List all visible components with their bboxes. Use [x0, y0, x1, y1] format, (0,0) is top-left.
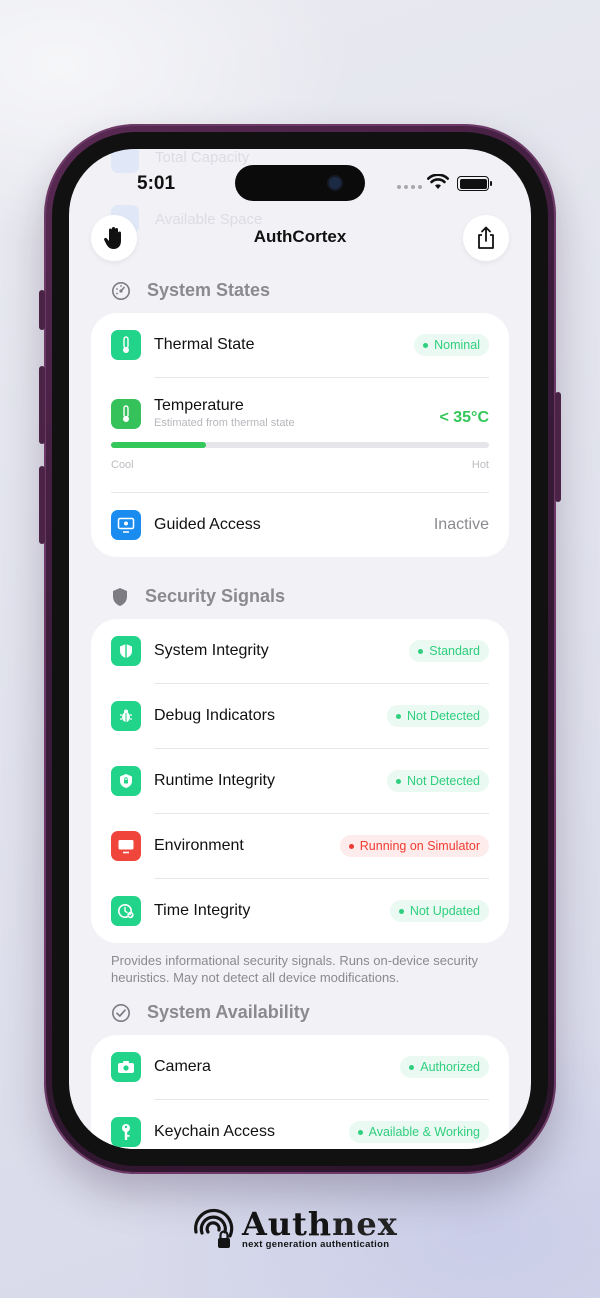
- bug-icon: [111, 701, 141, 731]
- fingerprint-lock-icon: [194, 1208, 234, 1248]
- brand-name: Authnex: [242, 1204, 398, 1243]
- row-label: System Integrity: [154, 642, 269, 659]
- gauge-icon: [112, 281, 130, 300]
- camera-row[interactable]: Camera Authorized: [111, 1035, 489, 1099]
- brand-tagline: next generation authentication: [242, 1238, 390, 1250]
- brand-logo: Authnex next generation authentication: [192, 1204, 398, 1254]
- row-label: Thermal State: [154, 336, 255, 353]
- status-bar: 5:01: [69, 149, 531, 209]
- runtime-integrity-row[interactable]: Runtime Integrity Not Detected: [111, 749, 489, 813]
- guided-access-row[interactable]: Guided Access Inactive: [111, 493, 489, 557]
- row-value: Inactive: [433, 516, 489, 533]
- ghost-row: Available Space: [155, 211, 263, 228]
- section-title: System States: [147, 280, 271, 300]
- row-label: Keychain Access: [154, 1123, 275, 1140]
- keychain-access-row[interactable]: Keychain Access Available & Working: [111, 1100, 489, 1149]
- section-title: System Availability: [147, 1002, 310, 1022]
- temperature-bar: [111, 442, 489, 448]
- section-header-security-signals: Security Signals: [111, 586, 285, 607]
- row-label: Runtime Integrity: [154, 772, 275, 789]
- row-label: Environment: [154, 837, 244, 854]
- power-button: [555, 392, 561, 502]
- system-states-card: Thermal State Nominal Temperature Estima…: [91, 313, 509, 557]
- row-label: Time Integrity: [154, 902, 251, 919]
- volume-down-button: [39, 466, 45, 544]
- temperature-value: < 35°C: [439, 409, 489, 426]
- security-footnote: Provides informational security signals.…: [111, 953, 479, 985]
- environment-row[interactable]: Environment Running on Simulator: [111, 814, 489, 878]
- shield-check-icon: [111, 636, 141, 666]
- action-button: [39, 290, 45, 330]
- bar-low-label: Cool: [111, 459, 134, 471]
- row-label: Guided Access: [154, 516, 261, 533]
- status-badge: Available & Working: [348, 1121, 489, 1143]
- lock-shield-icon: [111, 766, 141, 796]
- section-header-system-states: System States: [111, 280, 270, 301]
- status-badge: Not Detected: [387, 770, 489, 792]
- display-icon: [111, 831, 141, 861]
- status-badge: Standard: [409, 640, 489, 662]
- time-integrity-row[interactable]: Time Integrity Not Updated: [111, 879, 489, 943]
- camera-icon: [111, 1052, 141, 1082]
- bar-high-label: Hot: [471, 459, 489, 471]
- status-badge: Not Detected: [387, 705, 489, 727]
- row-sublabel: Estimated from thermal state: [154, 417, 295, 429]
- status-badge: Nominal: [414, 334, 489, 356]
- app-screen: Total Capacity Available Space 5:01 Auth…: [69, 149, 531, 1149]
- system-integrity-row[interactable]: System Integrity Standard: [111, 619, 489, 683]
- row-label: Camera: [154, 1058, 211, 1075]
- dynamic-island: [235, 165, 365, 201]
- status-badge: Running on Simulator: [339, 835, 489, 857]
- wifi-icon: [427, 174, 449, 189]
- volume-up-button: [39, 366, 45, 444]
- share-icon: [478, 226, 494, 249]
- shield-icon: [113, 587, 127, 606]
- thermometer-icon: [111, 399, 141, 429]
- guided-access-icon: [111, 510, 141, 540]
- clock-check-icon: [111, 896, 141, 926]
- nav-title: AuthCortex: [253, 227, 347, 246]
- status-time: 5:01: [137, 173, 176, 194]
- debug-indicators-row[interactable]: Debug Indicators Not Detected: [111, 684, 489, 748]
- thermal-state-row[interactable]: Thermal State Nominal: [111, 313, 489, 377]
- system-availability-card: Camera Authorized Keychain Access Availa…: [91, 1035, 509, 1149]
- thermometer-icon: [111, 330, 141, 360]
- row-label: Debug Indicators: [154, 707, 275, 724]
- section-title: Security Signals: [145, 586, 286, 606]
- share-button[interactable]: [463, 215, 509, 261]
- section-header-system-availability: System Availability: [111, 1002, 310, 1023]
- status-badge: Not Updated: [389, 900, 489, 922]
- status-badge: Authorized: [400, 1056, 489, 1078]
- checkmark-circle-icon: [112, 1003, 130, 1022]
- temperature-row: Temperature Estimated from thermal state…: [111, 383, 489, 445]
- row-label: Temperature: [154, 397, 244, 414]
- key-icon: [111, 1117, 141, 1147]
- battery-icon: [457, 176, 492, 191]
- security-signals-card: System Integrity Standard Debug Indicators…: [91, 619, 509, 943]
- cellular-signal-icon: [397, 185, 422, 189]
